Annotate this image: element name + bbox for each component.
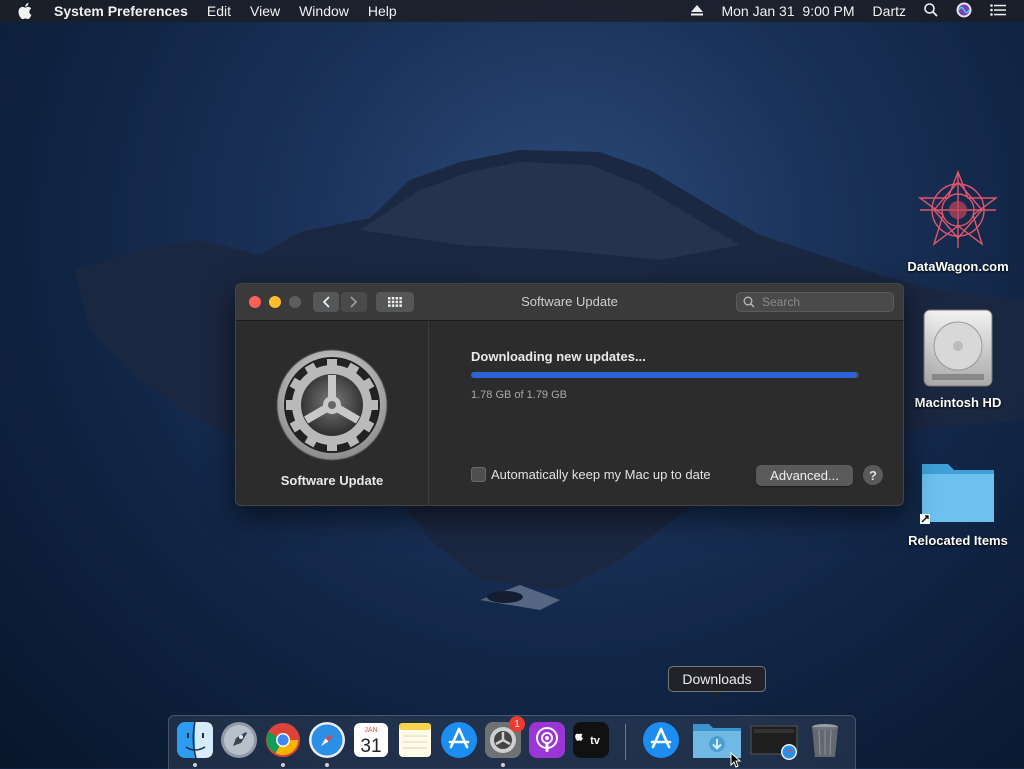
notes-icon	[399, 723, 431, 757]
dock-apple-tv[interactable]: tv	[571, 720, 611, 760]
dock-running-indicator	[193, 763, 197, 767]
siri-icon[interactable]	[956, 2, 972, 21]
auto-update-option[interactable]: Automatically keep my Mac up to date	[471, 467, 711, 482]
menu-user[interactable]: Dartz	[873, 3, 906, 19]
search-icon	[743, 296, 755, 308]
window-titlebar[interactable]: Software Update	[236, 284, 903, 321]
notification-badge: 1	[509, 716, 525, 732]
dock-podcasts[interactable]	[527, 720, 567, 760]
pane-label: Software Update	[280, 473, 384, 488]
dock-separator	[625, 724, 626, 760]
desktop-icon-relocated-items[interactable]: Relocated Items	[903, 456, 1013, 548]
apple-tv-label: tv	[590, 735, 601, 747]
calendar-day-text: 31	[360, 736, 381, 757]
launchpad-rocket-icon	[221, 722, 257, 758]
dock-finder[interactable]	[175, 720, 215, 760]
download-progress-bar	[471, 372, 859, 378]
calendar-icon: JAN 31	[354, 723, 388, 757]
help-button[interactable]: ?	[863, 465, 883, 485]
download-status-text: Downloading new updates...	[471, 349, 646, 364]
dock-recent-stack[interactable]	[749, 720, 801, 760]
pref-pane-sidebar: Software Update	[236, 321, 429, 505]
safari-compass-icon	[309, 722, 345, 758]
dock-notes[interactable]	[395, 720, 435, 760]
download-progress-fill	[471, 372, 858, 378]
eject-icon[interactable]	[691, 3, 704, 19]
app-store-icon	[441, 722, 477, 758]
dock-tooltip: Downloads	[668, 666, 766, 698]
dock-applications-stack[interactable]	[641, 720, 681, 760]
dock: JAN 31 1 tv	[168, 715, 856, 769]
dock-safari[interactable]	[307, 720, 347, 760]
desktop-icon-label: DataWagon.com	[907, 259, 1009, 274]
hard-drive-icon	[923, 309, 993, 387]
dock-running-indicator	[281, 763, 285, 767]
calendar-month-text: JAN	[364, 727, 377, 734]
desktop-icon-macintosh-hd[interactable]: Macintosh HD	[903, 308, 1013, 410]
mouse-cursor-icon	[730, 752, 742, 768]
apple-menu-icon[interactable]	[18, 3, 36, 19]
trash-icon	[812, 724, 838, 757]
podcasts-icon	[529, 722, 565, 758]
notification-center-icon[interactable]	[990, 3, 1006, 19]
folder-alias-icon	[920, 464, 994, 524]
menu-bar: System Preferences Edit View Window Help…	[0, 0, 1024, 22]
dock-launchpad[interactable]	[219, 720, 259, 760]
menu-help[interactable]: Help	[368, 3, 397, 19]
apple-tv-icon: tv	[573, 722, 609, 758]
dock-chrome[interactable]	[263, 720, 303, 760]
menu-clock[interactable]: Mon Jan 31 9:00 PM	[721, 3, 854, 19]
advanced-button[interactable]: Advanced...	[756, 465, 853, 486]
auto-update-checkbox[interactable]	[471, 467, 486, 482]
applications-stack-icon	[643, 722, 679, 758]
menu-view[interactable]: View	[250, 3, 280, 19]
dock-calendar[interactable]: JAN 31	[351, 720, 391, 760]
recent-items-stack-icon	[750, 725, 798, 760]
dock-system-preferences[interactable]: 1	[483, 716, 525, 760]
search-field[interactable]	[736, 292, 894, 312]
desktop-icon-label: Relocated Items	[908, 533, 1008, 548]
menu-edit[interactable]: Edit	[207, 3, 231, 19]
menu-app-name[interactable]: System Preferences	[54, 3, 188, 19]
download-size-text: 1.78 GB of 1.79 GB	[471, 389, 568, 401]
desktop-icon-datawagon[interactable]: DataWagon.com	[903, 168, 1013, 274]
datawagon-logo-icon	[917, 170, 999, 248]
chrome-icon	[266, 723, 300, 757]
dock-running-indicator	[325, 763, 329, 767]
finder-icon	[177, 721, 213, 759]
desktop-icon-label: Macintosh HD	[914, 395, 1002, 410]
search-input[interactable]	[760, 294, 884, 310]
dock-app-store[interactable]	[439, 720, 479, 760]
dock-trash[interactable]	[805, 720, 845, 760]
auto-update-label: Automatically keep my Mac up to date	[491, 467, 711, 482]
software-update-window: Software Update Search Software Update D…	[235, 283, 904, 506]
menu-window[interactable]: Window	[299, 3, 349, 19]
dock-running-indicator	[501, 763, 505, 767]
spotlight-icon[interactable]	[924, 2, 938, 20]
software-update-gear-icon	[276, 349, 388, 461]
